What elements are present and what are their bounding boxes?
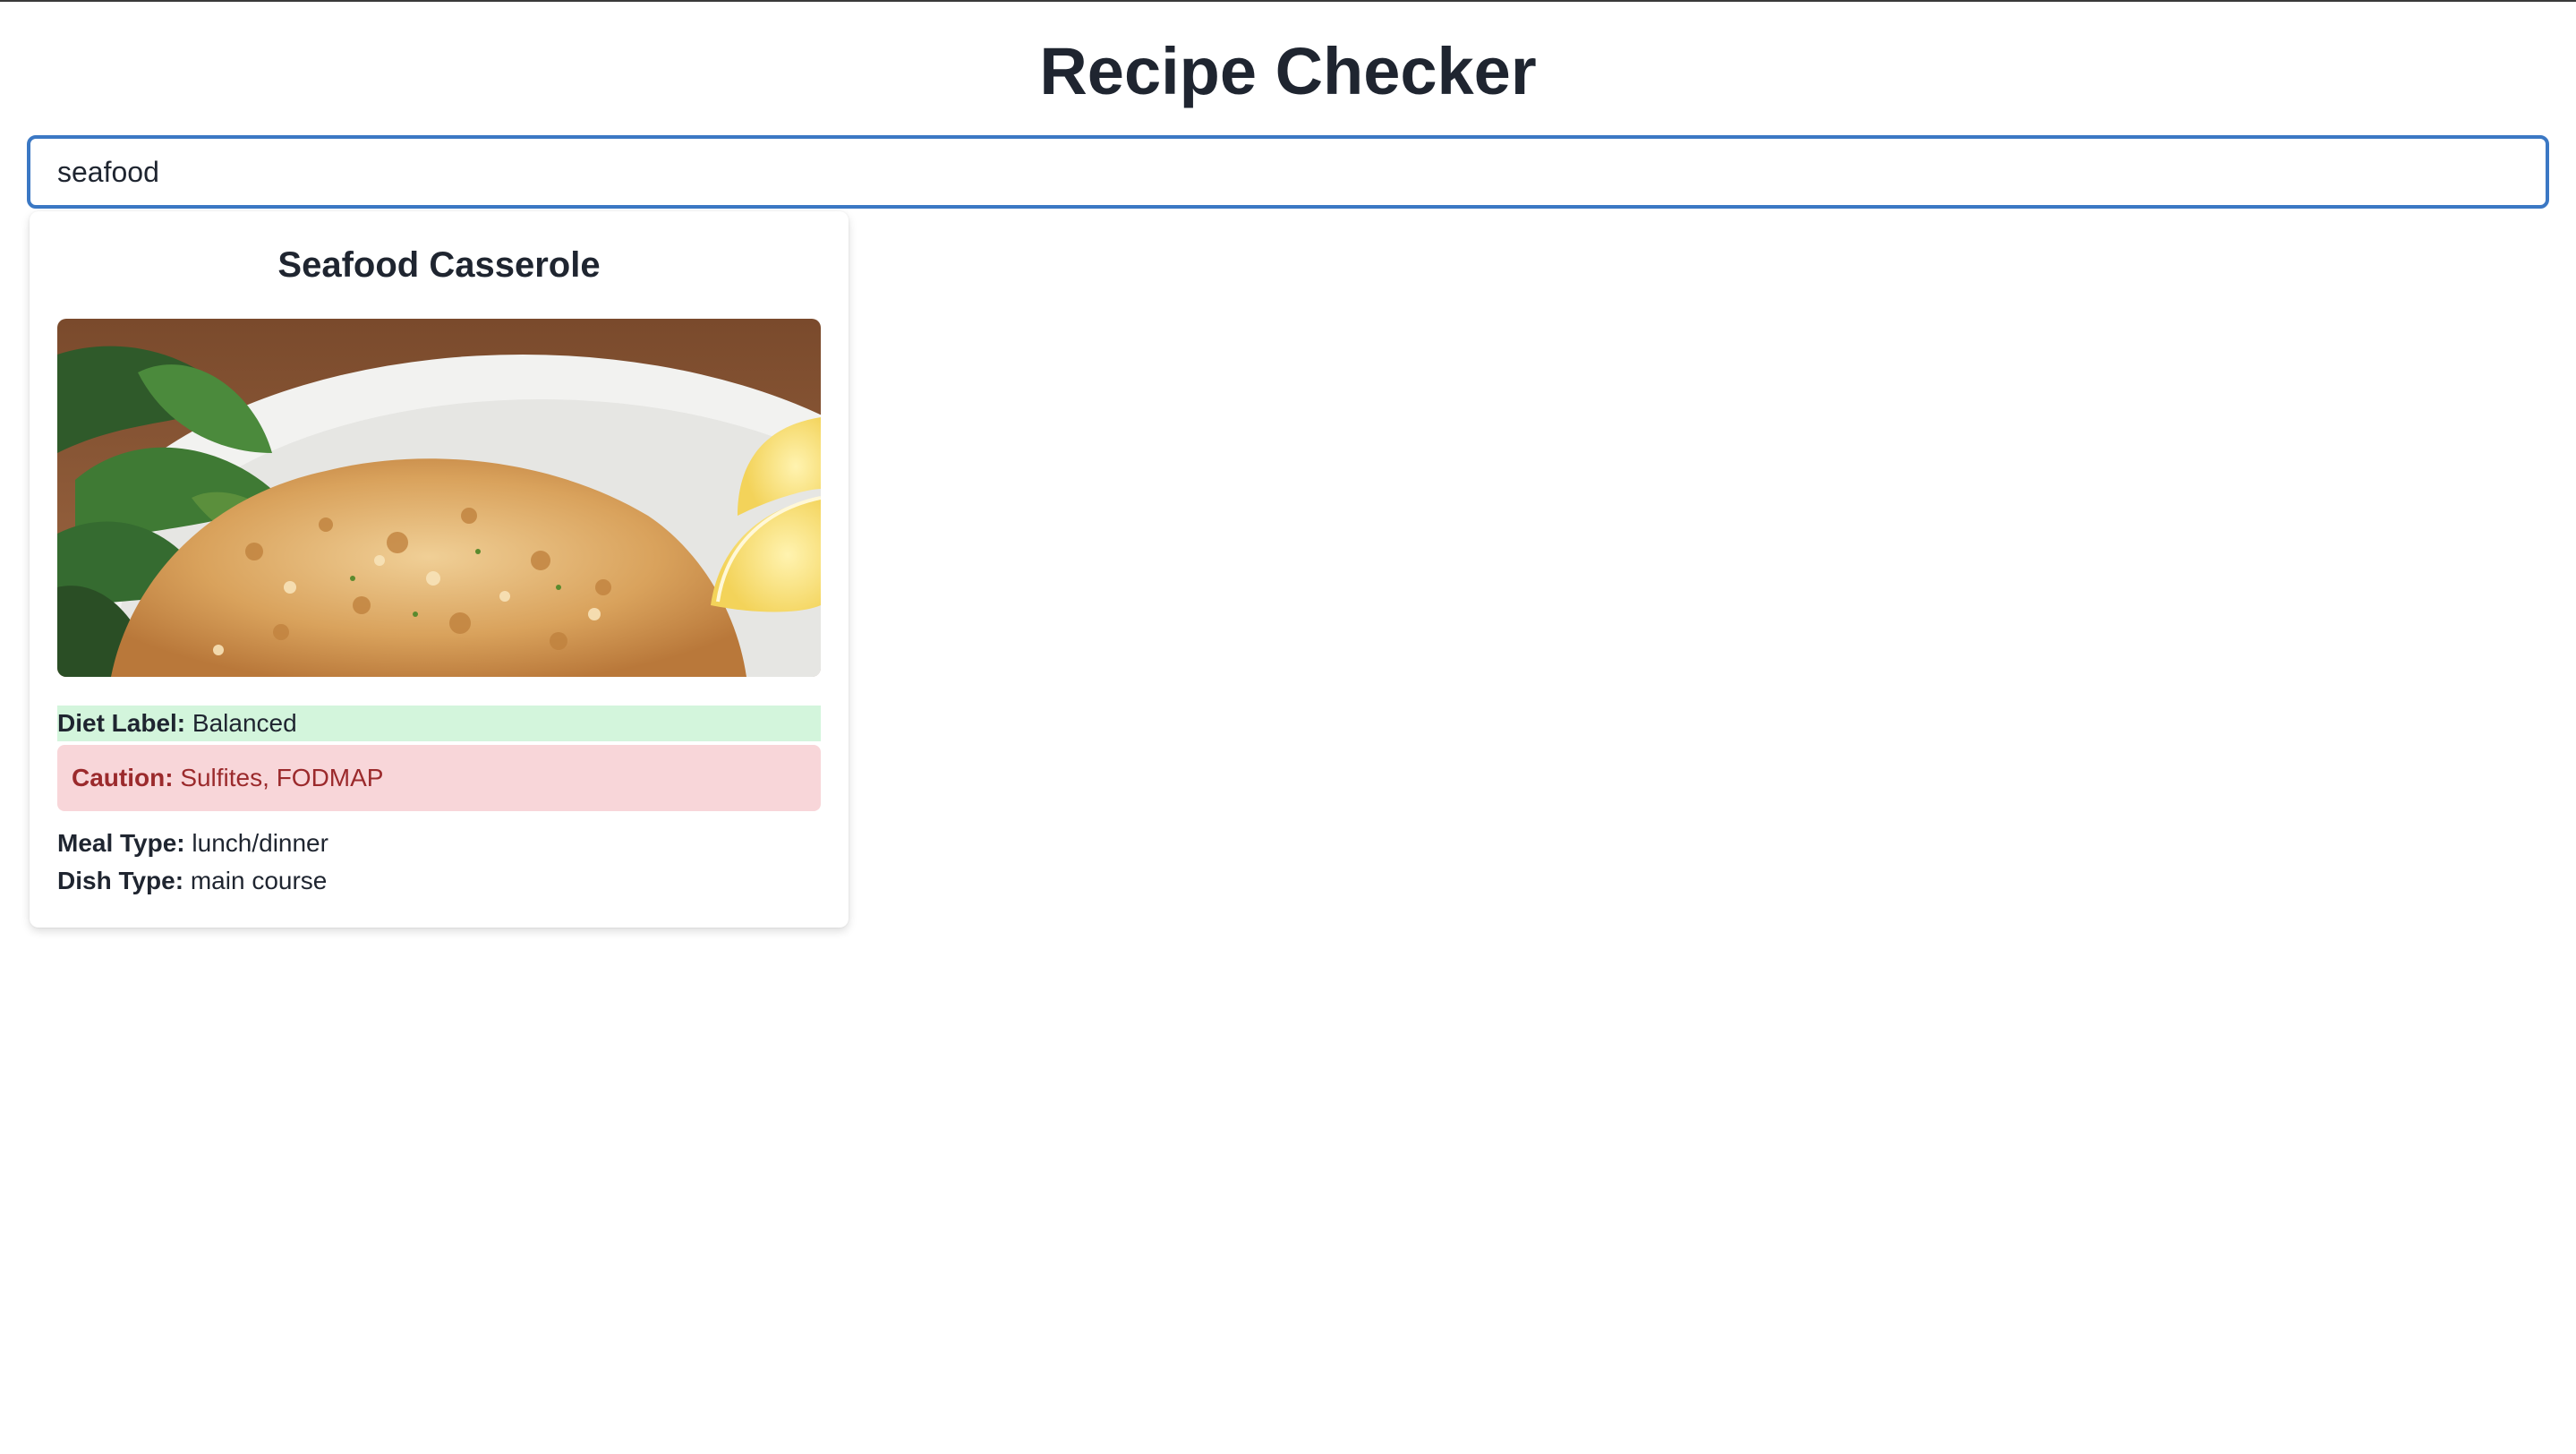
caution-value: Sulfites, FODMAP [180,764,384,791]
search-input[interactable] [27,135,2549,209]
recipe-title: Seafood Casserole [277,245,601,285]
dish-type: Dish Type: main course [57,863,327,899]
food-photo-icon [57,319,821,677]
recipe-image [57,319,821,677]
meal-type-key: Meal Type: [57,829,192,857]
diet-label: Diet Label: Balanced [57,706,821,741]
meal-type-value: lunch/dinner [192,829,328,857]
caution-key: Caution: [72,764,181,791]
page-title: Recipe Checker [1039,34,1537,108]
diet-label-key: Diet Label: [57,709,192,737]
top-border [0,0,2576,2]
recipe-card[interactable]: Seafood Casserole Diet Label: Balanced C… [30,211,849,928]
diet-label-value: Balanced [192,709,297,737]
dish-type-value: main course [190,867,328,894]
meal-type: Meal Type: lunch/dinner [57,825,328,861]
dish-type-key: Dish Type: [57,867,191,894]
caution-alert: Caution: Sulfites, FODMAP [57,745,821,811]
